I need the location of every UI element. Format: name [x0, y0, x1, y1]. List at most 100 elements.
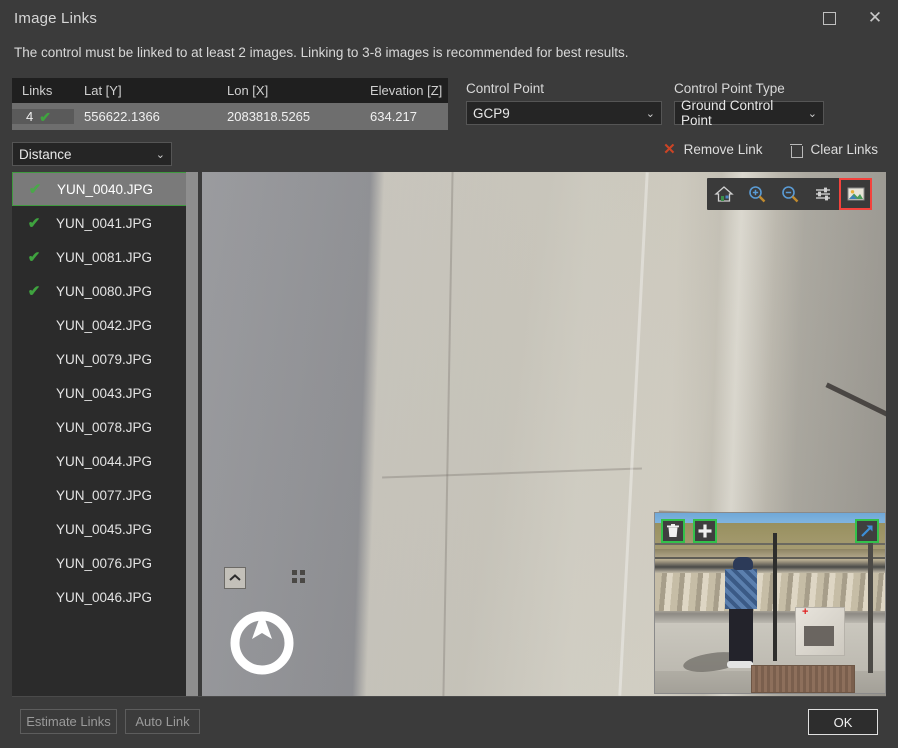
check-icon: ✔ — [39, 110, 51, 124]
image-icon[interactable] — [839, 178, 872, 210]
cell-lat: 556622.1366 — [74, 109, 217, 124]
check-icon: ✔ — [12, 248, 56, 266]
photo-detail — [868, 523, 873, 673]
north-compass-icon[interactable] — [227, 605, 297, 675]
list-item[interactable]: YUN_0046.JPG — [12, 580, 198, 614]
control-point-select[interactable]: GCP9 ⌄ — [466, 101, 662, 125]
footer: Estimate Links Auto Link OK — [0, 696, 898, 748]
list-item[interactable]: YUN_0079.JPG — [12, 342, 198, 376]
photo-detail — [618, 172, 648, 695]
column-header-links: Links — [12, 83, 74, 98]
list-item[interactable]: YUN_0045.JPG — [12, 512, 198, 546]
list-item[interactable]: YUN_0043.JPG — [12, 376, 198, 410]
trash-icon — [667, 524, 679, 538]
image-viewer[interactable] — [202, 172, 886, 696]
inset-add-button[interactable] — [693, 519, 717, 543]
plus-icon — [698, 524, 712, 538]
ok-button[interactable]: OK — [808, 709, 878, 735]
list-item-label: YUN_0043.JPG — [56, 386, 152, 401]
cell-lon: 2083818.5265 — [217, 109, 360, 124]
inset-delete-button[interactable] — [661, 519, 685, 543]
home-icon[interactable] — [707, 178, 740, 210]
list-item[interactable]: YUN_0077.JPG — [12, 478, 198, 512]
list-item-label: YUN_0079.JPG — [56, 352, 152, 367]
list-item-label: YUN_0041.JPG — [56, 216, 152, 231]
adjustments-icon[interactable] — [806, 178, 839, 210]
sort-dropdown[interactable]: Distance ⌄ — [12, 142, 172, 166]
list-item-label: YUN_0045.JPG — [56, 522, 152, 537]
control-point-type-select[interactable]: Ground Control Point ⌄ — [674, 101, 824, 125]
maximize-button[interactable] — [806, 0, 852, 36]
photo-detail — [655, 543, 885, 545]
close-icon: ✕ — [868, 10, 882, 27]
zoom-out-icon[interactable] — [773, 178, 806, 210]
check-icon: ✔ — [12, 214, 56, 232]
link-actions: ✕ Remove Link Clear Links — [663, 142, 878, 157]
grid-dots-icon[interactable] — [292, 570, 305, 583]
chevron-up-icon — [229, 574, 241, 582]
photo-detail — [655, 523, 885, 549]
table-header-row: Links Lat [Y] Lon [X] Elevation [Z] — [12, 78, 448, 103]
clear-links-label: Clear Links — [810, 142, 878, 157]
expand-arrow-icon — [860, 524, 874, 538]
list-item[interactable]: YUN_0076.JPG — [12, 546, 198, 580]
remove-link-button[interactable]: ✕ Remove Link — [663, 142, 762, 157]
title-bar: Image Links ✕ — [0, 0, 898, 36]
remove-link-label: Remove Link — [684, 142, 763, 157]
coordinate-table: Links Lat [Y] Lon [X] Elevation [Z] 4 ✔ … — [12, 78, 448, 130]
collapse-panel-icon[interactable] — [224, 567, 246, 589]
list-item[interactable]: ✔YUN_0040.JPG — [12, 172, 198, 206]
photo-detail — [825, 383, 886, 427]
list-item-label: YUN_0078.JPG — [56, 420, 152, 435]
auto-link-button[interactable]: Auto Link — [125, 709, 200, 734]
image-list-scrollbar[interactable] — [186, 172, 198, 696]
page-title: Image Links — [14, 10, 97, 27]
close-x-icon: ✕ — [663, 142, 676, 157]
photo-detail — [729, 608, 753, 663]
list-item[interactable]: ✔YUN_0080.JPG — [12, 274, 198, 308]
list-item-label: YUN_0076.JPG — [56, 556, 152, 571]
list-item[interactable]: ✔YUN_0081.JPG — [12, 240, 198, 274]
photo-detail — [725, 569, 757, 609]
sort-dropdown-value: Distance — [19, 147, 150, 162]
list-item-label: YUN_0081.JPG — [56, 250, 152, 265]
chevron-down-icon: ⌄ — [808, 107, 817, 120]
inset-expand-button[interactable] — [855, 519, 879, 543]
list-item-label: YUN_0080.JPG — [56, 284, 152, 299]
list-item-label: YUN_0046.JPG — [56, 590, 152, 605]
photo-detail — [655, 557, 885, 559]
maximize-icon — [823, 12, 836, 25]
column-header-lon: Lon [X] — [217, 83, 360, 98]
close-button[interactable]: ✕ — [852, 0, 898, 36]
zoom-in-icon[interactable] — [740, 178, 773, 210]
cell-links: 4 ✔ — [12, 109, 74, 124]
photo-detail — [382, 467, 642, 478]
table-row[interactable]: 4 ✔ 556622.1366 2083818.5265 634.217 — [12, 103, 448, 130]
photo-detail — [442, 172, 453, 696]
control-point-label: Control Point — [466, 81, 662, 96]
list-item-label: YUN_0044.JPG — [56, 454, 152, 469]
list-item[interactable]: YUN_0042.JPG — [12, 308, 198, 342]
image-links-dialog: Image Links ✕ The control must be linked… — [0, 0, 898, 748]
check-icon: ✔ — [12, 282, 56, 300]
divider — [12, 696, 886, 697]
control-point-type-group: Control Point Type Ground Control Point … — [674, 81, 824, 125]
image-list[interactable]: ✔YUN_0040.JPG✔YUN_0041.JPG✔YUN_0081.JPG✔… — [12, 172, 198, 696]
photo-detail — [655, 573, 885, 611]
control-point-type-label: Control Point Type — [674, 81, 824, 96]
viewer-toolbar — [707, 178, 872, 210]
list-item[interactable]: YUN_0078.JPG — [12, 410, 198, 444]
control-point-type-value: Ground Control Point — [681, 98, 802, 128]
check-icon: ✔ — [13, 180, 57, 198]
list-item[interactable]: YUN_0044.JPG — [12, 444, 198, 478]
inset-photo — [655, 513, 885, 693]
list-item[interactable]: ✔YUN_0041.JPG — [12, 206, 198, 240]
column-header-lat: Lat [Y] — [74, 83, 217, 98]
window-controls: ✕ — [806, 0, 898, 36]
clear-links-button[interactable]: Clear Links — [790, 142, 878, 157]
trash-icon — [790, 143, 802, 157]
list-item-label: YUN_0042.JPG — [56, 318, 152, 333]
estimate-links-button[interactable]: Estimate Links — [20, 709, 117, 734]
inset-photo-panel[interactable] — [654, 512, 886, 694]
photo-detail — [795, 607, 845, 656]
